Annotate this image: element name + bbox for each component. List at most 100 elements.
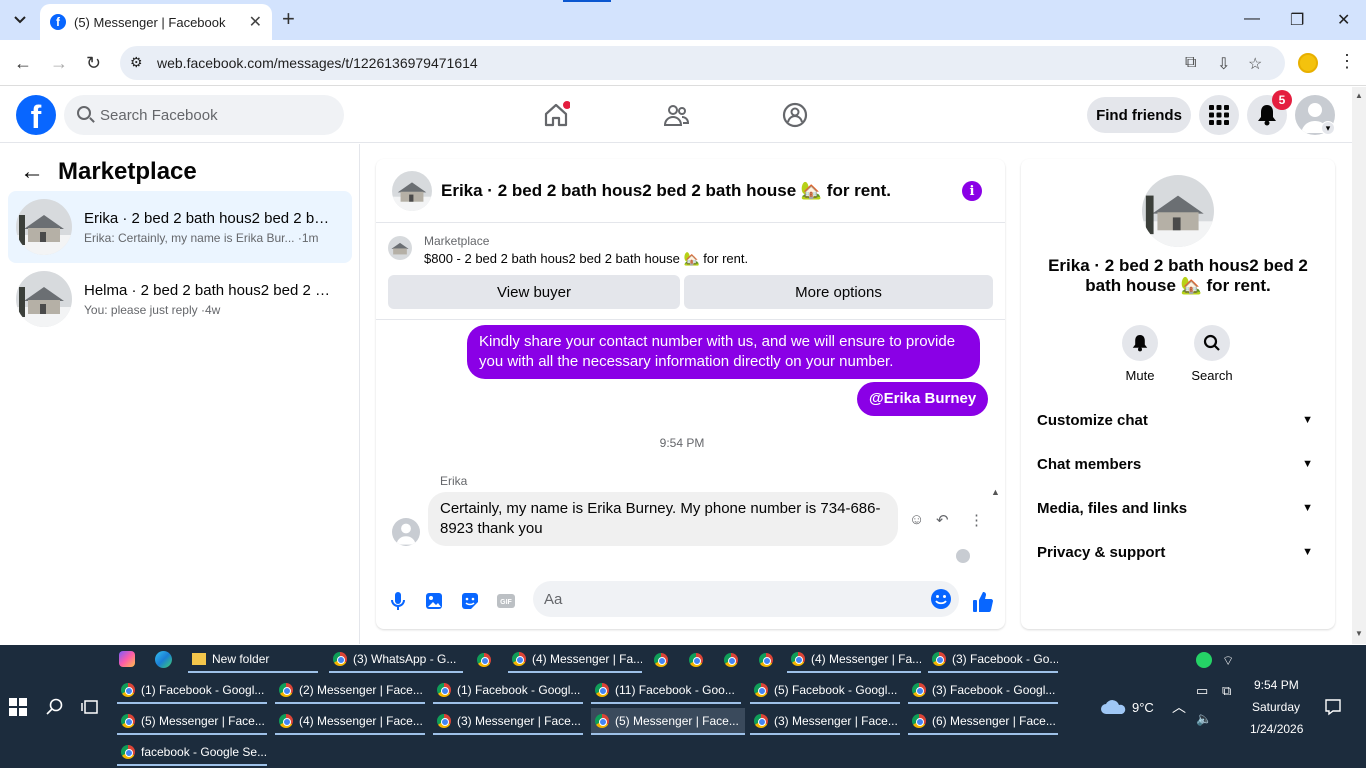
account-chevron-icon[interactable]: ▾ [1321,121,1335,135]
taskbar-item-messenger-active[interactable]: (5) Messenger | Face... [591,708,745,735]
home-icon[interactable] [542,101,570,129]
translate-icon[interactable]: ⧉ [1185,54,1196,72]
mute-button[interactable]: Mute [1110,325,1170,383]
incoming-message[interactable]: Certainly, my name is Erika Burney. My p… [428,492,898,546]
taskbar-item-google-search[interactable]: facebook - Google Se... [117,739,267,766]
friends-icon[interactable] [662,101,690,129]
battery-icon[interactable]: ▭ [1196,683,1208,699]
thumbs-up-icon[interactable] [972,591,994,613]
sender-avatar[interactable] [392,518,420,546]
taskbar-search-icon[interactable] [46,698,64,716]
find-friends-button[interactable]: Find friends [1087,97,1191,133]
taskbar-item-chrome[interactable] [720,646,744,673]
outgoing-message[interactable]: Kindly share your contact number with us… [467,325,980,379]
minimize-button[interactable]: — [1244,10,1260,28]
new-tab-button[interactable]: + [282,8,295,30]
volume-icon[interactable]: 🔈 [1196,711,1212,727]
taskbar-item-facebook[interactable]: (11) Facebook - Goo... [591,677,741,704]
message-timestamp: 9:54 PM [659,436,705,450]
taskbar-item-whatsapp[interactable]: (3) WhatsApp - G... [329,646,463,673]
taskbar-item-messenger[interactable]: (4) Messenger | Face... [275,708,425,735]
close-tab-icon[interactable]: ✕ [249,12,262,32]
taskbar-item-chrome[interactable] [650,646,674,673]
bookmark-star-icon[interactable]: ☆ [1248,54,1262,74]
photo-icon[interactable] [424,591,444,611]
scroll-up-icon[interactable]: ▲ [1355,91,1363,100]
copilot-icon[interactable] [119,651,135,667]
taskbar-item-messenger[interactable]: (3) Messenger | Face... [750,708,900,735]
address-bar[interactable]: ⚙ web.facebook.com/messages/t/1226136979… [120,46,1285,80]
gif-icon[interactable]: GIF [496,591,516,611]
microphone-icon[interactable] [388,591,408,611]
taskbar-item-facebook[interactable]: (1) Facebook - Googl... [433,677,583,704]
cloud-weather-icon[interactable] [1100,699,1128,715]
forward-button[interactable]: → [50,54,68,72]
reload-button[interactable]: ↻ [86,54,101,72]
chrome-icon [932,651,946,666]
close-window-button[interactable]: ✕ [1337,10,1350,30]
back-arrow-icon[interactable]: ← [20,158,44,186]
search-input[interactable]: Search Facebook [64,95,344,135]
taskbar-item-messenger[interactable]: (2) Messenger | Face... [275,677,425,704]
customize-chat-row[interactable]: Customize chat ▼ [1037,398,1319,442]
menu-button[interactable] [1199,95,1239,135]
scroll-down-icon[interactable]: ▼ [1355,629,1363,638]
edge-icon[interactable] [155,651,172,668]
task-view-icon[interactable] [81,698,99,716]
media-files-links-row[interactable]: Media, files and links ▼ [1037,486,1319,530]
more-actions-icon[interactable]: ⋮ [969,511,984,529]
sender-name: Erika [440,474,468,488]
restore-button[interactable]: ❐ [1290,10,1304,30]
meet-now-icon[interactable]: ⧉ [1222,683,1231,699]
chrome-menu-icon[interactable]: ⋮ [1338,51,1356,72]
taskbar-item-chrome[interactable] [685,646,709,673]
groups-icon[interactable] [781,101,809,129]
taskbar-item-facebook[interactable]: (1) Facebook - Googl... [117,677,267,704]
taskbar-item-facebook[interactable]: (5) Facebook - Googl... [750,677,900,704]
taskbar-item-new-folder[interactable]: New folder [188,646,318,673]
back-button[interactable]: ← [14,54,32,72]
notification-center-icon[interactable] [1324,698,1342,716]
chat-members-row[interactable]: Chat members ▼ [1037,442,1319,486]
network-icon[interactable]: ⌔ [1222,653,1234,669]
message-input[interactable]: Aa [533,581,959,617]
clock-day[interactable]: Saturday [1252,700,1300,714]
reply-icon[interactable]: ↶ [936,511,949,529]
emoji-icon[interactable] [930,588,952,610]
taskbar-item-messenger[interactable]: (5) Messenger | Face... [117,708,267,735]
conversation-item[interactable]: Erika · 2 bed 2 bath hous2 bed 2 bath ho… [8,191,352,263]
tray-expand-icon[interactable]: ︿ [1172,697,1186,717]
conversation-item[interactable]: Helma · 2 bed 2 bath hous2 bed 2 bath ho… [8,263,352,335]
browser-tab-active[interactable]: f (5) Messenger | Facebook ✕ [40,4,272,40]
taskbar-item-chrome[interactable] [473,646,497,673]
facebook-logo[interactable]: f [16,95,56,135]
profile-icon[interactable] [1298,53,1318,73]
site-info-icon[interactable]: ⚙ [130,54,143,71]
taskbar-item-facebook[interactable]: (3) Facebook - Go... [928,646,1058,673]
taskbar-item-messenger[interactable]: (6) Messenger | Face... [908,708,1058,735]
sticker-icon[interactable] [460,591,480,611]
react-icon[interactable]: ☺ [909,511,924,528]
clock-date[interactable]: 1/24/2026 [1250,722,1303,736]
outgoing-mention-message[interactable]: @Erika Burney [857,382,989,416]
tab-search-button[interactable] [8,8,32,32]
taskbar-item-facebook[interactable]: (3) Facebook - Googl... [908,677,1058,704]
search-chat-button[interactable]: Search [1182,325,1242,383]
windows-start-icon[interactable] [9,698,27,716]
view-buyer-button[interactable]: View buyer [388,275,680,309]
taskbar-item-messenger[interactable]: (4) Messenger | Fa... [787,646,921,673]
install-app-icon[interactable]: ⇩ [1217,54,1230,74]
taskbar-item-messenger[interactable]: (4) Messenger | Fa... [508,646,642,673]
more-options-button[interactable]: More options [684,275,993,309]
listing-title[interactable]: $800 - 2 bed 2 bath hous2 bed 2 bath hou… [424,251,748,267]
info-icon[interactable]: i [962,181,982,201]
weather-temp[interactable]: 9°C [1132,700,1154,715]
chat-title[interactable]: Erika · 2 bed 2 bath hous2 bed 2 bath ho… [441,181,891,201]
taskbar-item-chrome[interactable] [755,646,779,673]
whatsapp-tray-icon[interactable] [1196,652,1212,668]
privacy-support-row[interactable]: Privacy & support ▼ [1037,530,1319,574]
chat-thumbnail[interactable] [392,170,432,211]
taskbar-item-messenger[interactable]: (3) Messenger | Face... [433,708,583,735]
page-scrollbar[interactable]: ▲ ▼ [1352,87,1366,644]
clock-time[interactable]: 9:54 PM [1254,678,1299,692]
